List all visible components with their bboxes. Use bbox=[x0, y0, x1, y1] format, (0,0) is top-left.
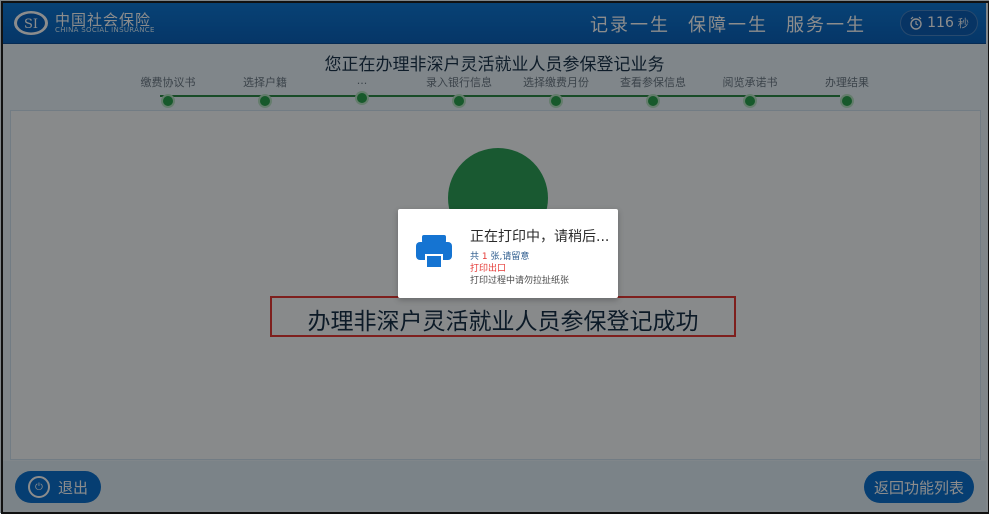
printing-status: 正在打印中，请稍后... bbox=[470, 229, 610, 245]
printing-dialog: 正在打印中，请稍后... 共 1 张,请留意 打印出口 打印过程中请勿拉扯纸张 bbox=[398, 209, 618, 298]
printer-icon bbox=[416, 235, 452, 269]
print-tip: 打印过程中请勿拉扯纸张 bbox=[470, 276, 570, 286]
